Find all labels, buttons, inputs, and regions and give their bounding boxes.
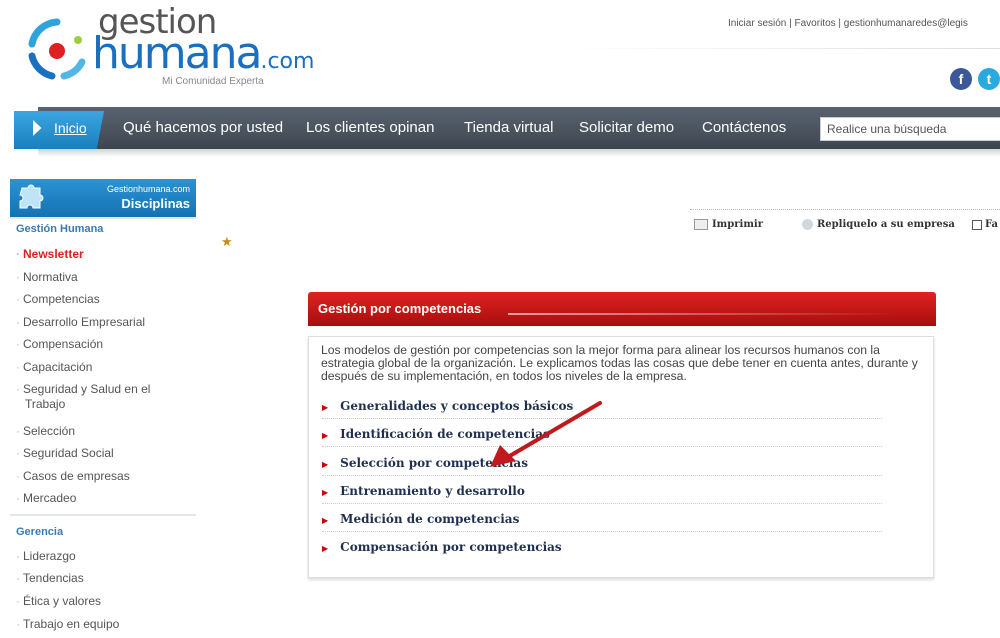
puzzle-icon <box>19 184 44 209</box>
favorites-link[interactable]: Fa <box>972 219 998 230</box>
panel-intro-text: Los modelos de gestión por competencias … <box>321 343 918 383</box>
print-link[interactable]: Imprimir <box>694 219 763 230</box>
star-icon[interactable]: ★ <box>221 234 233 250</box>
nav-item-demo[interactable]: Solicitar demo <box>579 119 674 136</box>
bullet-icon: ▶ <box>322 486 329 497</box>
bullet-icon: ▶ <box>322 401 329 412</box>
actions-divider <box>690 209 1000 210</box>
external-icon <box>972 219 982 230</box>
sidebar-section-gestion: Gestión Humana <box>16 223 104 235</box>
sidebar-divider <box>10 514 196 516</box>
search-input[interactable] <box>820 117 1000 141</box>
bullet-icon: ▶ <box>322 542 329 553</box>
nav-item-clientes[interactable]: Los clientes opinan <box>306 119 434 136</box>
twitter-icon[interactable]: t <box>978 68 1000 90</box>
sidebar-item-mercadeo[interactable]: · Mercadeo <box>16 491 76 506</box>
facebook-icon[interactable]: f <box>950 68 972 90</box>
sidebar-item-compensacion[interactable]: · Compensación <box>16 337 103 352</box>
sidebar-item-tendencias[interactable]: · Tendencias <box>16 571 84 586</box>
link-medicion[interactable]: ▶ Medición de competencias <box>322 512 519 526</box>
home-link[interactable]: Inicio <box>54 120 87 136</box>
sidebar-item-liderazgo[interactable]: · Liderazgo <box>16 549 76 564</box>
header-divider <box>560 48 1000 49</box>
sidebar-item-seguridad-social[interactable]: · Seguridad Social <box>16 446 114 461</box>
sidebar-item-competencias[interactable]: · Competencias <box>16 292 100 307</box>
logo-tagline: Mi Comunidad Experta <box>162 76 264 87</box>
link-compensacion[interactable]: ▶ Compensación por competencias <box>322 540 562 554</box>
sidebar-item-seleccion[interactable]: · Selección <box>16 424 75 439</box>
site-logo[interactable]: gestion humana.com Mi Comunidad Experta <box>22 2 314 96</box>
disciplines-title: Disciplinas <box>121 196 190 211</box>
sidebar-section-gerencia: Gerencia <box>16 526 64 538</box>
panel-title: Gestión por competencias <box>318 301 482 316</box>
annotation-arrow-icon <box>490 401 602 467</box>
sidebar-item-seguridad-salud[interactable]: · Seguridad y Salud en el Trabajo <box>16 382 150 412</box>
sidebar-divider <box>10 217 196 219</box>
list-separator <box>322 475 882 476</box>
sidebar-item-capacitacion[interactable]: · Capacitación <box>16 360 92 375</box>
share-icon <box>802 219 813 230</box>
bullet-icon: ▶ <box>322 429 329 440</box>
nav-item-que-hacemos[interactable]: Qué hacemos por usted <box>123 119 283 136</box>
link-entrenamiento[interactable]: ▶ Entrenamiento y desarrollo <box>322 484 525 498</box>
nav-item-tienda[interactable]: Tienda virtual <box>464 119 554 136</box>
sidebar-item-newsletter[interactable]: · Newsletter <box>16 247 84 262</box>
sidebar-item-casos[interactable]: · Casos de empresas <box>16 469 130 484</box>
sidebar-item-etica[interactable]: · Ética y valores <box>16 594 101 609</box>
nav-shadow <box>38 149 1000 157</box>
sidebar-item-trabajo-equipo[interactable]: · Trabajo en equipo <box>16 617 119 632</box>
logo-text-humana: humana.com <box>92 28 315 79</box>
logo-symbol-icon <box>28 18 86 80</box>
bullet-icon: ▶ <box>322 458 329 469</box>
share-company-link[interactable]: Repliquelo a su empresa <box>802 219 955 230</box>
nav-item-contacto[interactable]: Contáctenos <box>702 119 786 136</box>
printer-icon <box>694 219 708 230</box>
bullet-icon: ▶ <box>322 514 329 525</box>
disciplines-site: Gestionhumana.com <box>106 184 190 194</box>
list-separator <box>322 503 882 504</box>
sidebar-item-normativa[interactable]: · Normativa <box>16 270 78 285</box>
sidebar-item-desarrollo[interactable]: · Desarrollo Empresarial <box>16 315 145 330</box>
top-user-links[interactable]: Iniciar sesión | Favoritos | gestionhuma… <box>728 18 968 29</box>
panel-header-highlight <box>508 313 898 315</box>
list-separator <box>322 531 882 532</box>
